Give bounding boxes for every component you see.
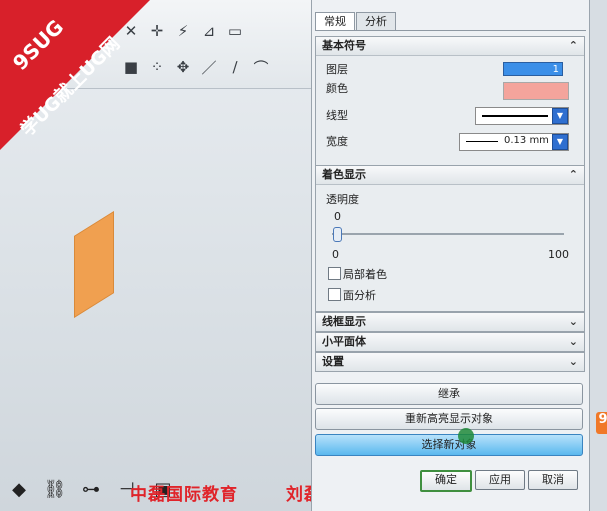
plane-icon[interactable]: ▭ [224, 20, 246, 42]
color-label: 颜色 [326, 82, 348, 95]
partial-shading-checkbox[interactable] [328, 267, 341, 280]
linetype-dropdown[interactable]: ▼ [475, 107, 569, 125]
facet-header[interactable]: 小平面体 ⌄ [316, 333, 584, 351]
snap-point-icon[interactable]: ✥ [172, 56, 194, 78]
line-icon[interactable]: ／ [198, 56, 220, 78]
face-analysis-checkbox[interactable] [328, 288, 341, 301]
linetype-row: 线型 ▼ [316, 102, 584, 128]
settings-title: 设置 [322, 355, 344, 368]
settings-panel[interactable]: 设置 ⌄ [315, 352, 585, 372]
cancel-button[interactable]: 取消 [528, 470, 578, 490]
basic-symbol-header[interactable]: 基本符号 ⌃ [316, 37, 584, 56]
tab-general[interactable]: 常规 [315, 12, 355, 31]
color-swatch[interactable] [503, 82, 569, 100]
settings-header[interactable]: 设置 ⌄ [316, 353, 584, 371]
slider-min-label: 0 [332, 248, 339, 261]
chevron-up-icon[interactable]: ⌃ [569, 166, 578, 184]
layer-label: 图层 [326, 63, 348, 76]
shading-header[interactable]: 着色显示 ⌃ [316, 166, 584, 185]
link-icon[interactable]: ⛓ [42, 477, 68, 503]
wireframe-panel[interactable]: 线框显示 ⌄ [315, 312, 585, 332]
width-dropdown[interactable]: 0.13 mm ▼ [459, 133, 569, 151]
mouse-cursor-icon [458, 428, 474, 444]
basic-symbol-title: 基本符号 [322, 39, 366, 52]
width-line-sample [466, 141, 498, 142]
measure-icon[interactable]: ⊶ [78, 477, 104, 503]
transparency-value: 0 [334, 210, 341, 223]
chevron-down-icon[interactable]: ▼ [552, 134, 568, 150]
basic-symbol-panel: 基本符号 ⌃ 图层 1 颜色 线型 ▼ 宽度 0.13 mm ▼ [315, 36, 585, 166]
chevron-down-icon[interactable]: ⌄ [569, 353, 578, 371]
edit-object-display-dialog: 常规 分析 基本符号 ⌃ 图层 1 颜色 线型 ▼ 宽度 0.13 mm ▼ 着… [311, 0, 590, 511]
sheet-body[interactable] [74, 211, 114, 318]
color-row: 颜色 [316, 78, 584, 102]
graphics-window[interactable]: ✕ ✛ ⚡ ⊿ ▭ ■ ⁘ ✥ ／ ∕ ⌒ 9SUG 学UG就上UG网 ◆ ⛓ … [0, 0, 312, 511]
select-new-object-button[interactable]: 选择新对象 [315, 434, 583, 456]
tab-divider [315, 30, 586, 31]
wireframe-title: 线框显示 [322, 315, 366, 328]
ok-button[interactable]: 确定 [420, 470, 472, 492]
apply-button[interactable]: 应用 [475, 470, 525, 490]
transparency-label: 透明度 [326, 193, 359, 206]
inherit-button[interactable]: 继承 [315, 383, 583, 405]
transparency-slider-thumb[interactable] [333, 227, 342, 242]
chevron-up-icon[interactable]: ⌃ [569, 37, 578, 55]
slider-max-label: 100 [548, 248, 569, 261]
width-label: 宽度 [326, 135, 348, 148]
shading-panel: 着色显示 ⌃ 透明度 0 0 100 局部着色 面分析 [315, 165, 585, 312]
layer-row: 图层 1 [316, 56, 584, 78]
facet-title: 小平面体 [322, 335, 366, 348]
curve-icon[interactable]: ∕ [224, 56, 246, 78]
transparency-slider-track[interactable] [332, 233, 564, 235]
reset-highlight-button[interactable]: 重新高亮显示对象 [315, 408, 583, 430]
solid-line-sample [482, 115, 548, 117]
arc-icon[interactable]: ⌒ [250, 56, 272, 78]
partial-shading-label: 局部着色 [343, 268, 387, 281]
shape-icon[interactable]: ◆ [6, 477, 32, 503]
face-analysis-label: 面分析 [343, 289, 376, 302]
chevron-down-icon[interactable]: ⌄ [569, 313, 578, 331]
chevron-down-icon[interactable]: ⌄ [569, 333, 578, 351]
side-badge: 9 [596, 412, 607, 434]
wireframe-header[interactable]: 线框显示 ⌄ [316, 313, 584, 331]
watermark-org: 中磊国际教育 [130, 485, 238, 505]
layer-input[interactable]: 1 [503, 62, 563, 76]
dimension-icon[interactable]: ⊿ [198, 20, 220, 42]
shading-title: 着色显示 [322, 168, 366, 181]
facet-panel[interactable]: 小平面体 ⌄ [315, 332, 585, 352]
dialog-tabs: 常规 分析 [315, 12, 397, 31]
tab-analysis[interactable]: 分析 [356, 12, 396, 31]
width-value: 0.13 mm [504, 135, 549, 146]
chevron-down-icon[interactable]: ▼ [552, 108, 568, 124]
width-row: 宽度 0.13 mm ▼ [316, 128, 584, 154]
layer-icon[interactable]: ⚡ [172, 20, 194, 42]
linetype-label: 线型 [326, 109, 348, 122]
